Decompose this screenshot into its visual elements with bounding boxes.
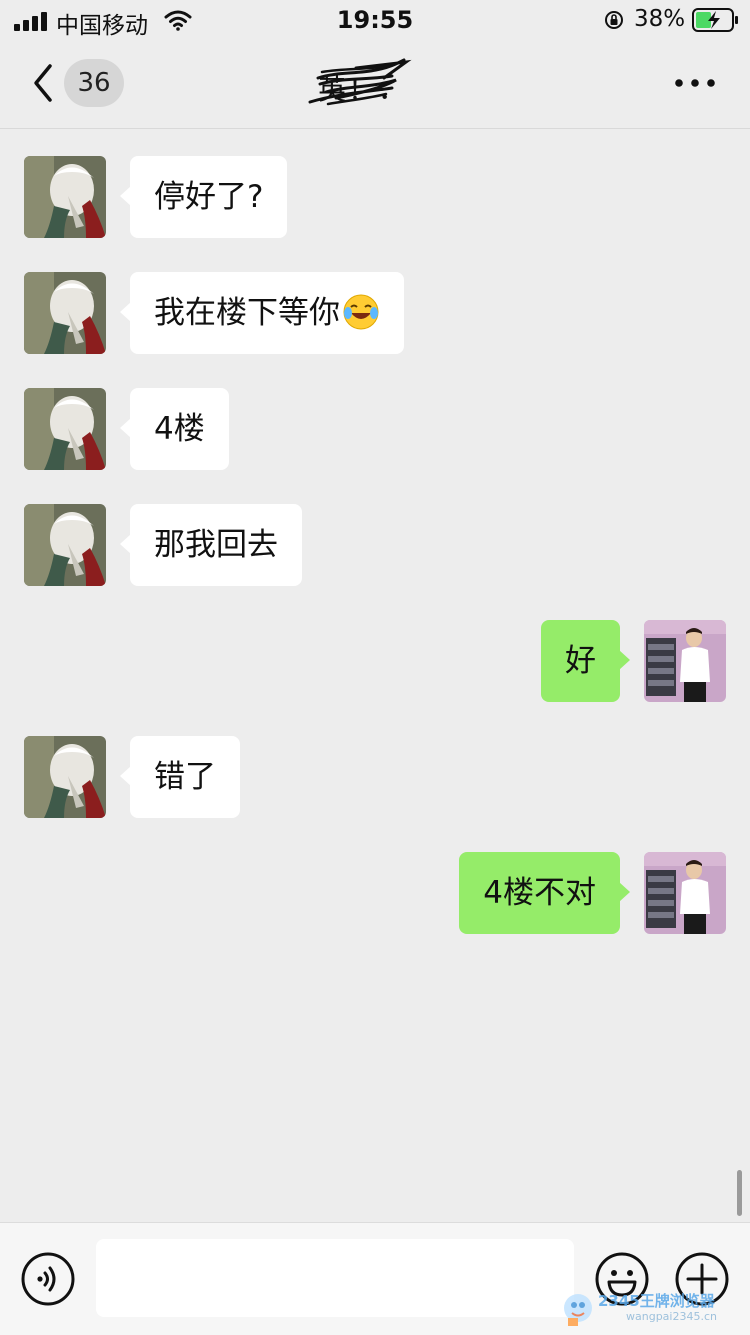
incoming-message-bubble[interactable]: 错了 [120,736,240,818]
contact-avatar[interactable] [24,504,106,586]
watermark-title: 2345王牌浏览器 [598,1292,715,1310]
chevron-left-icon[interactable] [28,60,58,106]
scroll-indicator[interactable] [737,1170,742,1216]
incoming-message-bubble[interactable]: 停好了? [119,156,288,238]
message-text: 4楼不对 [483,875,596,911]
message-row: 那我回去 [0,504,750,588]
contact-avatar[interactable] [24,272,106,354]
contact-avatar[interactable] [24,156,106,238]
unread-count-badge[interactable]: 36 [64,59,124,107]
battery-charging-icon [692,8,738,32]
message-text: 停好了? [154,179,264,215]
message-text: 那我回去 [154,527,278,563]
incoming-message-bubble[interactable]: 4楼 [120,388,229,470]
message-row: 好 [0,620,750,704]
status-bar: 中国移动 19:55 38% [0,0,750,40]
message-row: 停好了? [0,156,750,240]
redaction-scribble [308,58,412,106]
watermark-url: wangpai2345.cn [626,1310,717,1323]
chat-header: 36 英！． [0,40,750,129]
chat-title: 英！． [296,58,456,112]
message-row: 4楼 [0,388,750,472]
message-text: 我在楼下等你 [154,295,340,331]
message-row: 错了 [0,736,750,820]
message-text: 好 [565,643,596,679]
contact-avatar[interactable] [24,736,106,818]
my-avatar[interactable] [644,852,726,934]
outgoing-message-bubble[interactable]: 4楼不对 [459,852,630,934]
orientation-lock-icon [605,11,623,29]
incoming-message-bubble[interactable]: 我在楼下等你 [120,272,404,354]
message-text: 错了 [154,759,216,795]
message-text: 4楼 [154,411,205,447]
my-avatar[interactable] [644,620,726,702]
laughing-tears-emoji-icon [343,294,379,329]
contact-avatar[interactable] [24,388,106,470]
outgoing-message-bubble[interactable]: 好 [541,620,630,702]
voice-icon[interactable] [20,1251,76,1307]
message-row: 我在楼下等你 [0,272,750,356]
battery-percent: 38% [634,6,686,32]
incoming-message-bubble[interactable]: 那我回去 [120,504,302,586]
more-dots-icon[interactable] [672,70,718,96]
message-input[interactable] [96,1239,574,1317]
message-row: 4楼不对 [0,852,750,936]
